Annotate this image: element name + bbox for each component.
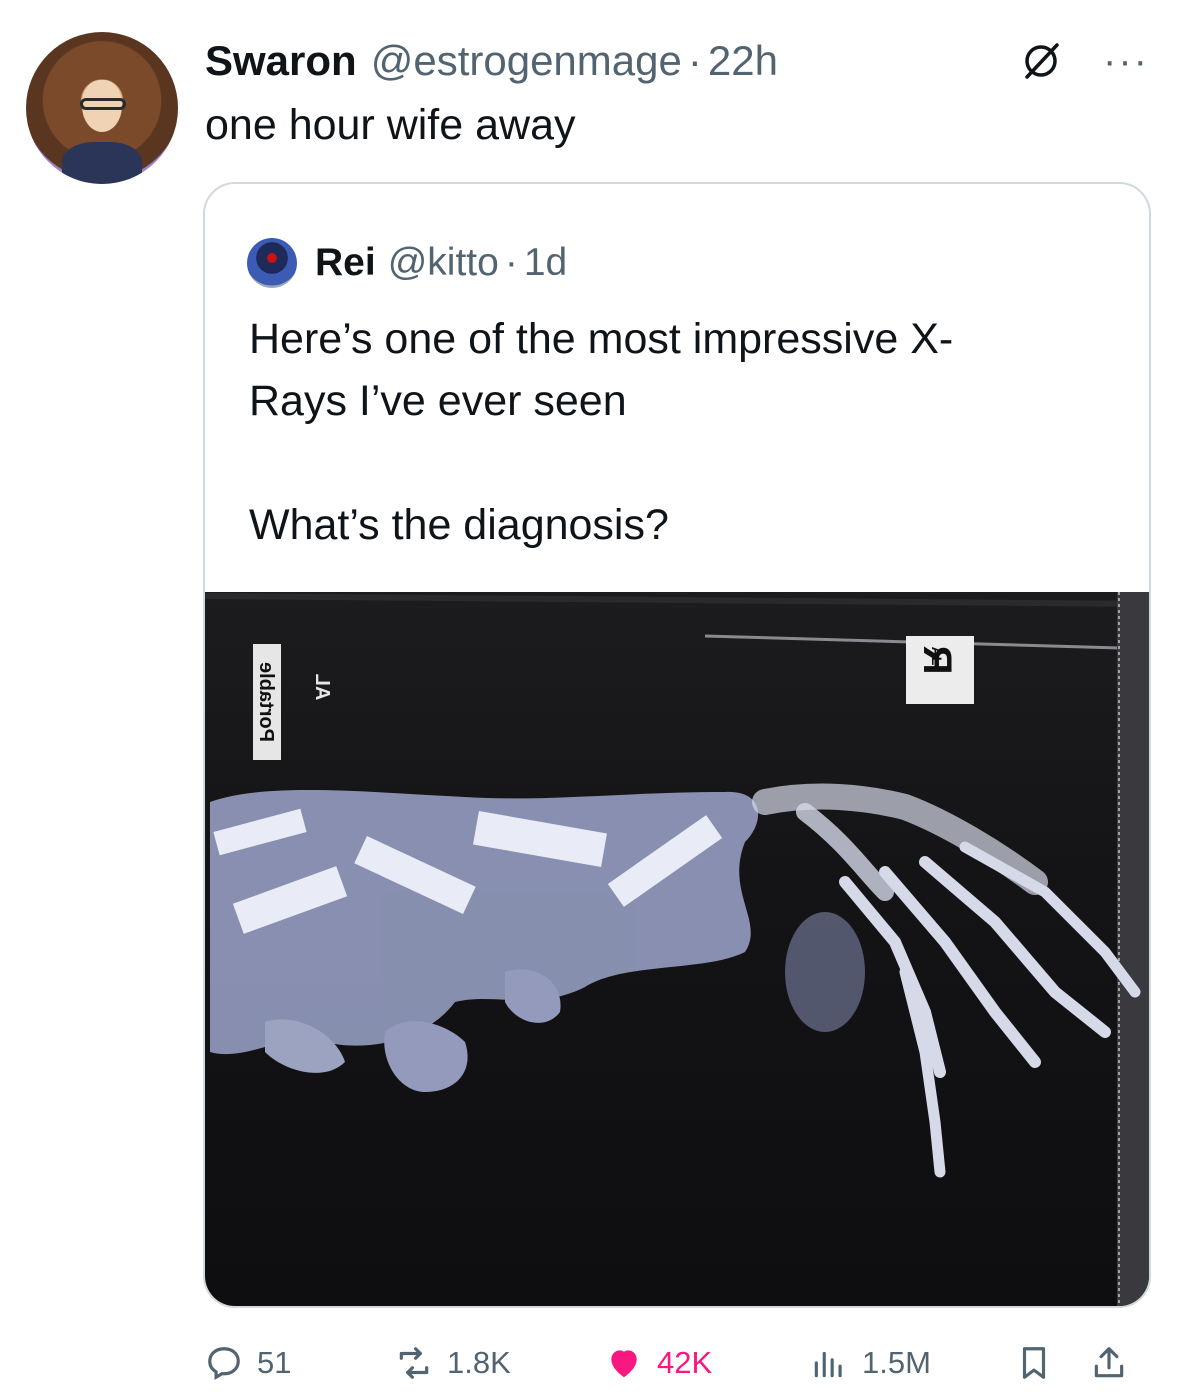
quoted-separator-dot: · <box>504 241 518 284</box>
grok-icon[interactable] <box>1019 39 1063 83</box>
post-header: Swaron @estrogenmage · 22h ··· <box>205 36 1149 86</box>
quoted-author-handle[interactable]: @kitto <box>388 241 499 285</box>
share-button[interactable] <box>1090 1338 1142 1388</box>
repost-icon <box>399 1347 429 1379</box>
repost-button[interactable]: 1.8K <box>395 1338 511 1388</box>
quoted-author-name[interactable]: Rei <box>315 241 376 285</box>
quoted-time[interactable]: 1d <box>524 241 567 285</box>
views-button[interactable]: 1.5M <box>810 1338 931 1388</box>
views-chart-icon <box>814 1351 842 1378</box>
views-count: 1.5M <box>862 1345 931 1380</box>
avatar-glasses <box>80 98 126 110</box>
svg-text:Portable: Portable <box>255 662 277 742</box>
portable-marker: Portable <box>253 644 281 760</box>
bookmark-button[interactable] <box>1015 1338 1067 1388</box>
r-marker: R AL <box>906 636 974 704</box>
quoted-post[interactable]: Rei @kitto · 1d Here’s one of the most i… <box>203 182 1151 1308</box>
header-actions: ··· <box>1019 39 1149 83</box>
post-text: one hour wife away <box>205 101 576 149</box>
reply-count: 51 <box>257 1345 292 1380</box>
separator-dot: · <box>687 37 702 84</box>
author-handle[interactable]: @estrogenmage <box>371 36 682 86</box>
post-time[interactable]: 22h <box>708 36 778 86</box>
reply-icon <box>208 1347 240 1381</box>
xray-drawing: Portable AL R AL <box>205 592 1149 1306</box>
heart-icon <box>611 1350 637 1378</box>
share-icon <box>1094 1347 1124 1378</box>
like-button[interactable]: 42K <box>605 1338 712 1388</box>
action-bar: 51 1.8K 42K 1.5M <box>205 1338 1155 1388</box>
svg-text:AL: AL <box>311 674 333 701</box>
avatar-body <box>62 142 142 184</box>
xray-image[interactable]: Portable AL R AL <box>205 592 1149 1306</box>
author-avatar[interactable] <box>26 32 178 184</box>
bookmark-icon <box>1022 1347 1046 1379</box>
svg-text:AL: AL <box>929 647 945 666</box>
repost-count: 1.8K <box>447 1345 511 1380</box>
more-icon[interactable]: ··· <box>1103 41 1149 81</box>
quoted-header: Rei @kitto · 1d <box>247 238 567 288</box>
author-name[interactable]: Swaron <box>205 36 357 86</box>
like-count: 42K <box>657 1345 713 1380</box>
quoted-text: Here’s one of the most impressive X- Ray… <box>249 315 954 549</box>
palm-shadow <box>785 912 865 1032</box>
quoted-avatar[interactable] <box>247 238 297 288</box>
al-marker: AL <box>311 674 333 701</box>
reply-button[interactable]: 51 <box>205 1338 291 1388</box>
